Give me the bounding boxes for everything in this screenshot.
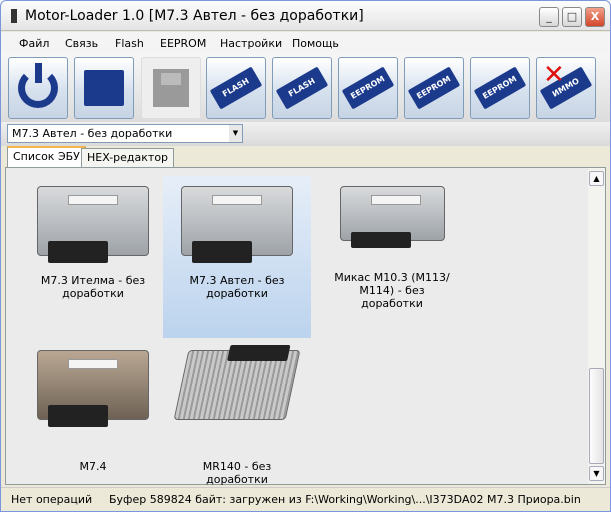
- maximize-button[interactable]: □: [562, 7, 582, 27]
- ecu-type-value: M7.3 Автел - без доработки: [12, 127, 173, 140]
- ecu-label: M7.4: [79, 460, 107, 473]
- chevron-down-icon[interactable]: ▼: [229, 125, 242, 142]
- ecu-image: [339, 186, 445, 248]
- ecu-item[interactable]: M7.3 Ителма - без доработки: [19, 176, 167, 336]
- edit-eeprom-button[interactable]: EEPROM: [470, 57, 530, 119]
- ecu-image: [37, 186, 149, 263]
- eeprom-chip-icon: EEPROM: [473, 66, 527, 110]
- ecu-label: MR140 - без доработки: [202, 460, 272, 486]
- floppy-icon: [153, 69, 189, 107]
- status-bar: Нет операций Буфер 589824 байт: загружен…: [1, 487, 610, 511]
- ecu-image: [37, 350, 149, 427]
- ecu-item[interactable]: MR140 - без доработки: [163, 340, 311, 486]
- ecu-label: Микас М10.3 (М113/М114) - без доработки: [334, 271, 450, 310]
- menu-file[interactable]: Файл: [19, 37, 49, 50]
- eeprom-chip-icon: EEPROM: [341, 66, 395, 110]
- operation-status: Нет операций: [11, 493, 93, 506]
- power-icon: [18, 63, 58, 108]
- immo-off-button[interactable]: ИММО ✕: [536, 57, 596, 119]
- main-window: Motor-Loader 1.0 [M7.3 Автел - без дораб…: [0, 0, 611, 512]
- scroll-down-button[interactable]: ▼: [589, 466, 604, 481]
- scroll-up-button[interactable]: ▲: [589, 171, 604, 186]
- vertical-scrollbar[interactable]: ▲ ▼: [588, 168, 605, 484]
- ecu-item[interactable]: Микас М10.3 (М113/М114) - без доработки: [318, 176, 466, 336]
- toolbar: FLASH FLASH EEPROM EEPROM EEPROM ИММО ✕: [1, 54, 610, 122]
- tab-ecu-list[interactable]: Список ЭБУ: [7, 146, 86, 167]
- ecu-list: M7.3 Ителма - без доработки M7.3 Автел -…: [5, 167, 606, 486]
- ecu-label: M7.3 Автел - без доработки: [189, 274, 285, 300]
- folder-icon: [84, 70, 124, 106]
- window-title: Motor-Loader 1.0 [M7.3 Автел - без дораб…: [25, 8, 364, 24]
- menu-bar: Файл Связь Flash EEPROM Настройки Помощь: [1, 32, 610, 54]
- open-file-button[interactable]: [74, 57, 134, 119]
- eeprom-chip-icon: EEPROM: [407, 66, 461, 110]
- ecu-image: [173, 345, 301, 420]
- title-bar: Motor-Loader 1.0 [M7.3 Автел - без дораб…: [1, 1, 610, 31]
- close-button[interactable]: X: [585, 7, 605, 27]
- flash-chip-icon: FLASH: [209, 66, 263, 110]
- minimize-button[interactable]: _: [539, 7, 559, 27]
- save-button[interactable]: [141, 57, 201, 119]
- buffer-status: Буфер 589824 байт: загружен из F:\Workin…: [109, 493, 581, 506]
- menu-flash[interactable]: Flash: [115, 37, 144, 50]
- connect-button[interactable]: [8, 57, 68, 119]
- red-x-icon: ✕: [543, 60, 565, 90]
- ecu-type-select[interactable]: M7.3 Автел - без доработки ▼: [7, 124, 243, 143]
- ecu-item[interactable]: M7.4: [19, 340, 167, 480]
- menu-settings[interactable]: Настройки: [220, 37, 282, 50]
- scroll-thumb[interactable]: [589, 368, 604, 464]
- flash-chip-icon: FLASH: [275, 66, 329, 110]
- read-eeprom-button[interactable]: EEPROM: [338, 57, 398, 119]
- write-eeprom-button[interactable]: EEPROM: [404, 57, 464, 119]
- read-flash-button[interactable]: FLASH: [206, 57, 266, 119]
- menu-help[interactable]: Помощь: [292, 37, 339, 50]
- ecu-image: [181, 186, 293, 263]
- tab-hex-editor[interactable]: HEX-редактор: [81, 148, 175, 167]
- menu-connection[interactable]: Связь: [65, 37, 98, 50]
- ecu-label: M7.3 Ителма - без доработки: [40, 274, 146, 300]
- write-flash-button[interactable]: FLASH: [272, 57, 332, 119]
- menu-eeprom[interactable]: EEPROM: [160, 37, 206, 50]
- app-icon: [11, 9, 17, 23]
- ecu-item-selected[interactable]: M7.3 Автел - без доработки: [163, 176, 311, 338]
